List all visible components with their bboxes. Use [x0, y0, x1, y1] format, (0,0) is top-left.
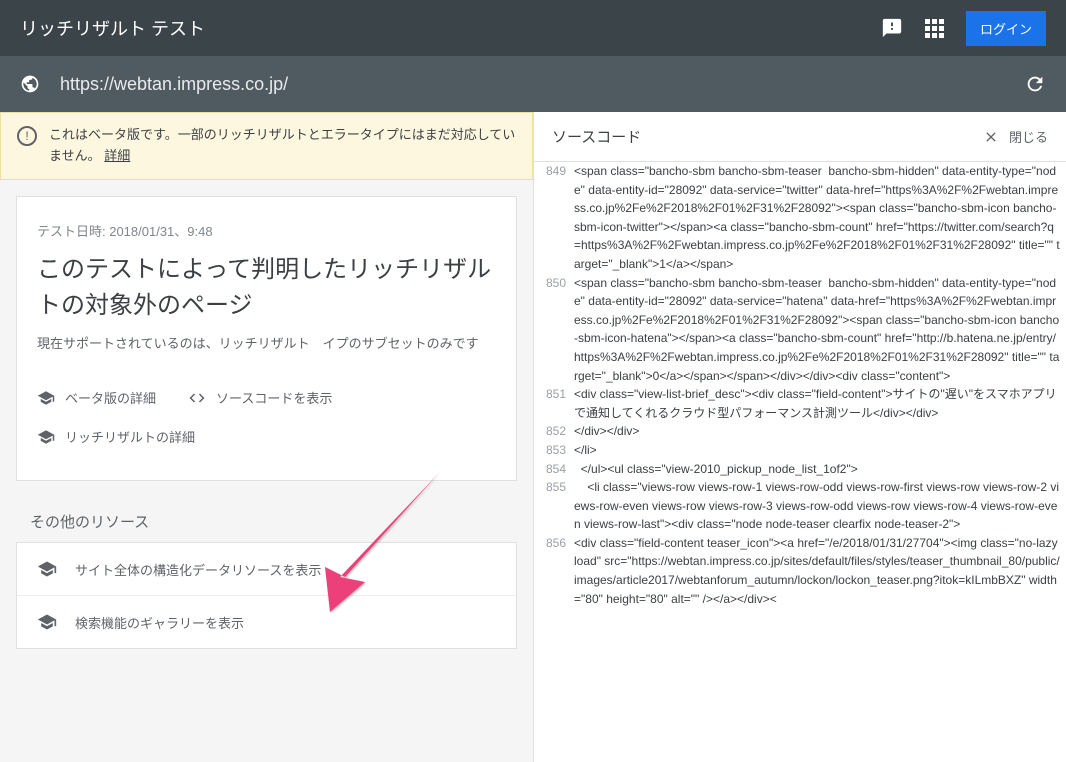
refresh-icon[interactable]: [1024, 73, 1046, 95]
beta-banner: ! これはベータ版です。一部のリッチリザルトとエラータイプにはまだ対応していませ…: [0, 112, 533, 180]
login-button[interactable]: ログイン: [966, 11, 1046, 46]
code-content: </li>: [574, 441, 1066, 460]
beta-details-link[interactable]: 詳細: [104, 148, 130, 163]
code-content: <div class="view-list-brief_desc"><div c…: [574, 385, 1066, 422]
school-icon: [37, 612, 57, 632]
code-content: <span class="bancho-sbm bancho-sbm-tease…: [574, 274, 1066, 386]
feedback-icon[interactable]: [881, 17, 903, 39]
card-subtitle: 現在サポートされているのは、リッチリザルト イプのサブセットのみです: [37, 334, 496, 355]
card-title: このテストによって判明したリッチリザルトの対象外のページ: [37, 252, 496, 324]
school-icon: [37, 559, 57, 579]
line-number: 855: [534, 478, 574, 534]
app-title: リッチリザルト テスト: [20, 15, 881, 41]
source-title: ソースコード: [552, 126, 641, 147]
code-content: </ul><ul class="view-2010_pickup_node_li…: [574, 460, 1066, 479]
beta-details-action[interactable]: ベータ版の詳細: [37, 378, 170, 417]
close-button[interactable]: 閉じる: [983, 127, 1048, 146]
resources-heading: その他のリソース: [0, 497, 533, 542]
line-number: 854: [534, 460, 574, 479]
topbar: リッチリザルト テスト ログイン: [0, 0, 1066, 56]
code-content: <div class="field-content teaser_icon"><…: [574, 534, 1066, 608]
school-icon: [37, 389, 55, 407]
url-input[interactable]: https://webtan.impress.co.jp/: [60, 74, 1024, 95]
code-icon: [188, 389, 206, 407]
url-bar: https://webtan.impress.co.jp/: [0, 56, 1066, 112]
code-content: <li class="views-row views-row-1 views-r…: [574, 478, 1066, 534]
globe-icon: [20, 74, 40, 94]
left-panel: ! これはベータ版です。一部のリッチリザルトとエラータイプにはまだ対応していませ…: [0, 112, 533, 762]
rich-results-action[interactable]: リッチリザルトの詳細: [37, 417, 478, 456]
code-content: <span class="bancho-sbm bancho-sbm-tease…: [574, 162, 1066, 274]
source-code-body[interactable]: 849<span class="bancho-sbm bancho-sbm-te…: [534, 162, 1066, 762]
result-card: テスト日時: 2018/01/31、9:48 このテストによって判明したリッチリ…: [16, 196, 517, 482]
apps-icon[interactable]: [925, 19, 944, 38]
view-source-action[interactable]: ソースコードを表示: [188, 378, 346, 417]
list-item[interactable]: 検索機能のギャラリーを表示: [17, 595, 516, 648]
info-icon: !: [17, 126, 37, 146]
line-number: 853: [534, 441, 574, 460]
line-number: 851: [534, 385, 574, 422]
close-icon: [983, 129, 999, 145]
line-number: 850: [534, 274, 574, 386]
resources-list: サイト全体の構造化データリソースを表示 検索機能のギャラリーを表示: [16, 542, 517, 649]
code-content: </div></div>: [574, 422, 1066, 441]
line-number: 849: [534, 162, 574, 274]
test-date: テスト日時: 2018/01/31、9:48: [37, 221, 496, 240]
school-icon: [37, 428, 55, 446]
source-panel: ソースコード 閉じる 849<span class="bancho-sbm ba…: [533, 112, 1066, 762]
line-number: 852: [534, 422, 574, 441]
list-item[interactable]: サイト全体の構造化データリソースを表示: [17, 543, 516, 595]
line-number: 856: [534, 534, 574, 608]
